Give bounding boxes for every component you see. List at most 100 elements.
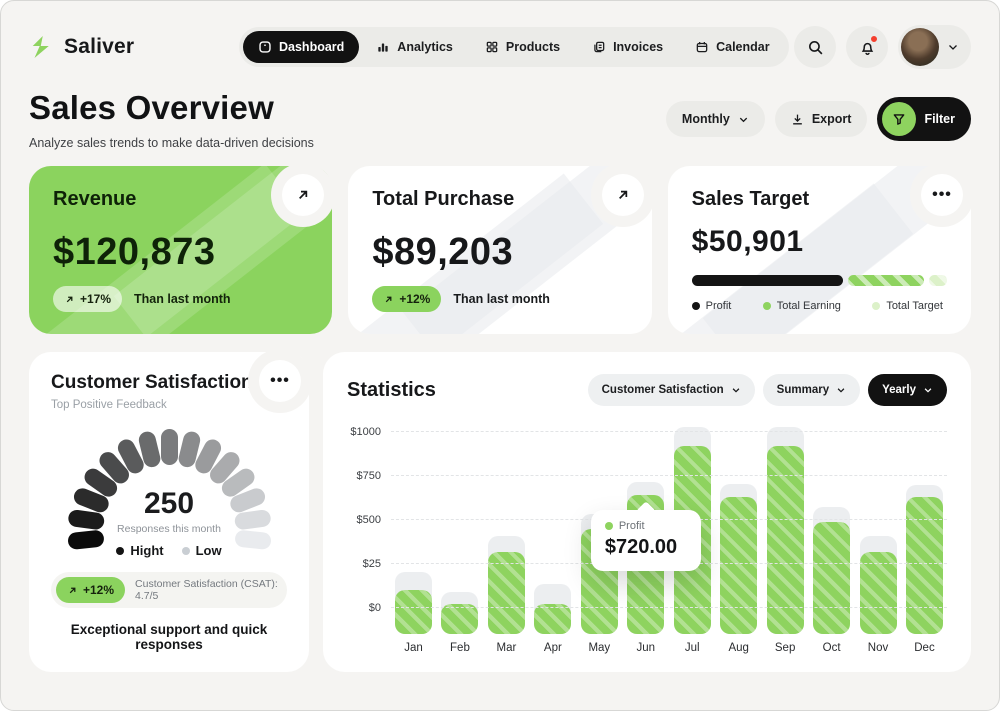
chart-tooltip: Profit $720.00 bbox=[591, 510, 701, 571]
bar-group-dec[interactable] bbox=[906, 420, 943, 634]
notifications-button[interactable] bbox=[846, 26, 888, 68]
search-icon bbox=[807, 39, 824, 56]
kpi-cards-row: Revenue $120,873 +17% Than last month bbox=[29, 166, 971, 334]
legend-dot bbox=[116, 547, 124, 555]
x-tick-label: Dec bbox=[906, 642, 943, 654]
chevron-down-icon bbox=[923, 385, 933, 395]
satisfaction-gauge: 250 Responses this month bbox=[61, 429, 277, 531]
legend-dot bbox=[182, 547, 190, 555]
avatar bbox=[901, 28, 939, 66]
x-tick-label: May bbox=[581, 642, 618, 654]
nav-item-dashboard[interactable]: Dashboard bbox=[243, 31, 359, 63]
bar-chart: $0$25$500$750$1000 Profit $720.00 bbox=[347, 420, 947, 634]
nav-item-analytics[interactable]: Analytics bbox=[361, 31, 468, 63]
card-title: Revenue bbox=[53, 188, 308, 211]
growth-badge: +12% bbox=[372, 286, 441, 312]
bar-group-apr[interactable] bbox=[534, 420, 571, 634]
invoices-icon bbox=[592, 40, 606, 54]
more-dots-icon: ••• bbox=[270, 376, 290, 386]
satisfaction-menu-button[interactable]: ••• bbox=[259, 360, 301, 402]
bar-group-mar[interactable] bbox=[488, 420, 525, 634]
period-select[interactable]: Monthly bbox=[666, 101, 765, 137]
statistics-card: Statistics Customer Satisfaction Summary bbox=[323, 352, 971, 672]
y-axis: $0$25$500$750$1000 bbox=[347, 420, 391, 634]
sales-target-card: Sales Target $50,901 Profit Total Earnin… bbox=[668, 166, 971, 334]
growth-badge: +17% bbox=[53, 286, 122, 312]
bar-profit bbox=[441, 604, 478, 634]
x-axis: JanFebMarAprMayJunJulAugSepOctNovDec bbox=[347, 634, 947, 654]
x-tick-label: Oct bbox=[813, 642, 850, 654]
sales-target-legend: Profit Total Earning Total Target bbox=[692, 300, 947, 312]
x-tick-label: Jun bbox=[627, 642, 664, 654]
y-tick-label: $1000 bbox=[350, 426, 381, 438]
brand-logo[interactable]: Saliver bbox=[29, 34, 239, 60]
tooltip-dot bbox=[605, 522, 613, 530]
panel-subtitle: Top Positive Feedback bbox=[51, 399, 287, 411]
progress-segment bbox=[692, 275, 844, 286]
bar-group-oct[interactable] bbox=[813, 420, 850, 634]
arrow-up-right-icon bbox=[64, 294, 75, 305]
badge-label: +17% bbox=[80, 292, 111, 306]
analytics-icon bbox=[376, 40, 390, 54]
top-bar: Saliver Dashboard Analytics bbox=[1, 1, 999, 69]
bar-group-aug[interactable] bbox=[720, 420, 757, 634]
card-value: $120,873 bbox=[53, 231, 308, 274]
profile-menu[interactable] bbox=[898, 25, 971, 69]
metric-select[interactable]: Customer Satisfaction bbox=[588, 374, 755, 406]
sales-target-progressbar bbox=[692, 275, 947, 286]
nav-item-products[interactable]: Products bbox=[470, 31, 575, 63]
chevron-down-icon bbox=[836, 385, 846, 395]
bar-group-sep[interactable] bbox=[767, 420, 804, 634]
nav-label: Dashboard bbox=[279, 40, 344, 54]
nav-item-invoices[interactable]: Invoices bbox=[577, 31, 678, 63]
gridline bbox=[391, 431, 947, 432]
arrow-up-right-icon bbox=[295, 187, 311, 203]
bar-group-jan[interactable] bbox=[395, 420, 432, 634]
bolt-icon bbox=[29, 34, 55, 60]
page-subtitle: Analyze sales trends to make data-driven… bbox=[29, 136, 314, 150]
app-window: Saliver Dashboard Analytics bbox=[0, 0, 1000, 711]
filter-button[interactable]: Filter bbox=[877, 97, 971, 141]
card-title: Sales Target bbox=[692, 188, 947, 211]
gridline bbox=[391, 475, 947, 476]
growth-badge: +12% bbox=[56, 577, 125, 603]
statistics-filters: Customer Satisfaction Summary bbox=[588, 374, 947, 406]
brand-name: Saliver bbox=[64, 35, 134, 59]
range-select[interactable]: Yearly bbox=[868, 374, 947, 406]
legend-item: Total Target bbox=[872, 300, 943, 312]
x-tick-label: Jul bbox=[674, 642, 711, 654]
customer-satisfaction-card: Customer Satisfaction Top Positive Feedb… bbox=[29, 352, 309, 672]
bar-group-nov[interactable] bbox=[860, 420, 897, 634]
download-icon bbox=[791, 113, 804, 126]
y-tick-label: $750 bbox=[357, 470, 381, 482]
card-value: $50,901 bbox=[692, 225, 947, 259]
legend-dot bbox=[763, 302, 771, 310]
arrow-up-right-icon bbox=[383, 294, 394, 305]
tooltip-value: $720.00 bbox=[605, 536, 687, 559]
nav-item-calendar[interactable]: Calendar bbox=[680, 31, 785, 63]
csat-row: +12% Customer Satisfaction (CSAT): 4.7/5 bbox=[51, 572, 287, 608]
legend-item: Total Earning bbox=[763, 300, 841, 312]
page-actions: Monthly Export Filter bbox=[666, 89, 971, 141]
export-button[interactable]: Export bbox=[775, 101, 868, 137]
dashboard-icon bbox=[258, 40, 272, 54]
x-tick-label: Mar bbox=[488, 642, 525, 654]
more-dots-icon: ••• bbox=[932, 190, 952, 200]
legend-item: Low bbox=[182, 543, 222, 558]
summary-select[interactable]: Summary bbox=[763, 374, 860, 406]
card-note: Than last month bbox=[134, 292, 231, 306]
bar-group-feb[interactable] bbox=[441, 420, 478, 634]
sales-target-menu-button[interactable]: ••• bbox=[921, 174, 963, 216]
open-purchase-button[interactable] bbox=[602, 174, 644, 216]
calendar-icon bbox=[695, 40, 709, 54]
legend-item: Hight bbox=[116, 543, 163, 558]
arrow-up-right-icon bbox=[67, 585, 78, 596]
export-label: Export bbox=[812, 112, 852, 126]
x-tick-label: Aug bbox=[720, 642, 757, 654]
arrow-up-right-icon bbox=[615, 187, 631, 203]
x-tick-label: Feb bbox=[441, 642, 478, 654]
chip-label: Yearly bbox=[882, 384, 916, 396]
y-tick-label: $25 bbox=[363, 558, 381, 570]
search-button[interactable] bbox=[794, 26, 836, 68]
bar-profit bbox=[488, 552, 525, 634]
